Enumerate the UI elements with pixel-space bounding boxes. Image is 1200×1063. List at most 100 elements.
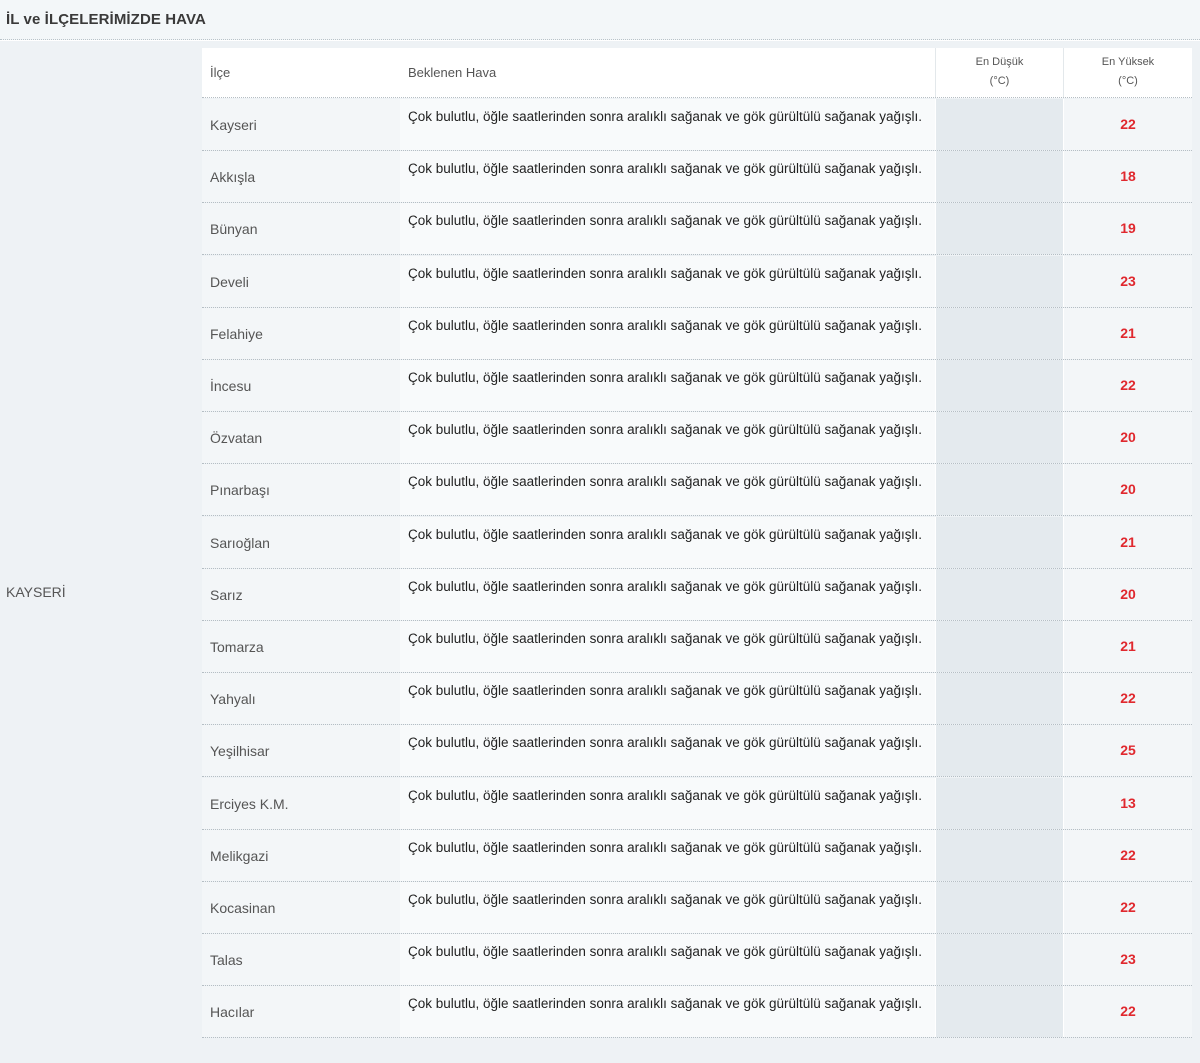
high-temp-cell: 23 [1063,934,1192,986]
table-row: Kayseri Çok bulutlu, öğle saatlerinden so… [202,99,1192,151]
low-temp-cell [935,934,1063,986]
ilce-name: Yeşilhisar [210,743,270,760]
table-row: Sarıoğlan Çok bulutlu, öğle saatlerinden … [202,516,1192,569]
high-temp-cell: 25 [1063,725,1192,777]
high-temp-value: 22 [1120,899,1136,915]
high-temp-value: 18 [1120,168,1136,185]
ilce-cell: Özvatan [202,412,400,464]
low-temp-cell [935,464,1063,516]
header-hava: Beklenen Hava [408,65,497,80]
header-hava-cell: Beklenen Hava [400,48,935,97]
forecast-cell: Çok bulutlu, öğle saatlerinden sonra ara… [400,255,935,307]
high-temp-cell: 22 [1063,829,1192,881]
forecast-cell: Çok bulutlu, öğle saatlerinden sonra ara… [400,725,935,777]
forecast-cell: Çok bulutlu, öğle saatlerinden sonra ara… [400,673,935,725]
low-temp-cell [935,621,1063,672]
high-temp-cell: 18 [1063,151,1192,203]
high-temp-cell: 21 [1063,516,1192,568]
high-temp-value: 13 [1120,794,1136,811]
low-temp-cell [935,829,1063,881]
ilce-name: Erciyes K.M. [210,795,289,812]
forecast-cell: Çok bulutlu, öğle saatlerinden sonra ara… [400,99,935,150]
ilce-cell: Talas [202,934,400,986]
ilce-name: Özvatan [210,430,263,447]
ilce-cell: Melikgazi [202,829,400,881]
low-temp-cell [935,986,1063,1038]
forecast-text: Çok bulutlu, öğle saatlerinden sonra ara… [408,683,923,699]
ilce-name: Sarıoğlan [210,534,270,551]
high-temp-value: 22 [1120,377,1136,393]
ilce-name: Pınarbaşı [210,482,270,499]
forecast-cell: Çok bulutlu, öğle saatlerinden sonra ara… [400,360,935,411]
low-temp-cell [935,568,1063,620]
forecast-text: Çok bulutlu, öğle saatlerinden sonra ara… [408,422,923,438]
ilce-cell: Yeşilhisar [202,725,400,777]
high-temp-cell: 19 [1063,203,1192,255]
forecast-cell: Çok bulutlu, öğle saatlerinden sonra ara… [400,882,935,933]
high-temp-value: 20 [1120,429,1136,446]
forecast-text: Çok bulutlu, öğle saatlerinden sonra ara… [408,996,923,1012]
low-temp-cell [935,307,1063,359]
high-temp-cell: 20 [1063,464,1192,516]
high-temp-cell: 21 [1063,621,1192,672]
header-low-cell: En Düşük (°C) [935,48,1063,97]
table-row: Erciyes K.M. Çok bulutlu, öğle saatlerind… [202,777,1192,830]
high-temp-value: 19 [1120,220,1136,237]
weather-table: İlçe Beklenen Hava En Düşük (°C) En Yüks… [195,41,1200,1063]
forecast-cell: Çok bulutlu, öğle saatlerinden sonra ara… [400,516,935,568]
table-row: Pınarbaşı Çok bulutlu, öğle saatlerinden … [202,464,1192,517]
forecast-text: Çok bulutlu, öğle saatlerinden sonra ara… [408,161,923,177]
ilce-cell: Yahyalı [202,673,400,725]
ilce-cell: Kayseri [202,99,400,150]
ilce-cell: Tomarza [202,621,400,672]
high-temp-value: 23 [1120,272,1136,289]
low-temp-cell [935,673,1063,725]
high-temp-cell: 20 [1063,412,1192,464]
table-row: Özvatan Çok bulutlu, öğle saatlerinden so… [202,412,1192,465]
forecast-cell: Çok bulutlu, öğle saatlerinden sonra ara… [400,568,935,620]
header-low-label: En Düşük [975,56,1024,68]
table-row: Talas Çok bulutlu, öğle saatlerinden sonr… [202,934,1192,987]
ilce-cell: Sarıoğlan [202,516,400,568]
high-temp-value: 22 [1120,1003,1136,1020]
header-low-unit: (°C) [989,75,1010,87]
forecast-cell: Çok bulutlu, öğle saatlerinden sonra ara… [400,307,935,359]
forecast-text: Çok bulutlu, öğle saatlerinden sonra ara… [408,370,923,385]
high-temp-cell: 22 [1063,99,1192,150]
forecast-text: Çok bulutlu, öğle saatlerinden sonra ara… [408,265,923,281]
table-header: İlçe Beklenen Hava En Düşük (°C) En Yüks… [202,48,1192,98]
forecast-text: Çok bulutlu, öğle saatlerinden sonra ara… [408,578,923,594]
high-temp-cell: 22 [1063,360,1192,411]
forecast-cell: Çok bulutlu, öğle saatlerinden sonra ara… [400,986,935,1038]
ilce-cell: Akkışla [202,151,400,203]
low-temp-cell [935,516,1063,568]
header-high-unit: (°C) [1118,75,1138,87]
table-row: İncesu Çok bulutlu, öğle saatlerinden son… [202,360,1192,412]
low-temp-cell [935,360,1063,411]
ilce-cell: Develi [202,255,400,307]
ilce-cell: Sarız [202,568,400,620]
header-ilce: İlçe [210,65,231,80]
ilce-name: Talas [210,952,243,969]
ilce-name: Kocasinan [210,900,276,916]
forecast-text: Çok bulutlu, öğle saatlerinden sonra ara… [408,526,923,542]
ilce-cell: Bünyan [202,203,400,255]
forecast-text: Çok bulutlu, öğle saatlerinden sonra ara… [408,944,923,960]
ilce-name: Akkışla [210,169,256,186]
high-temp-value: 25 [1120,742,1136,759]
table-row: Tomarza Çok bulutlu, öğle saatlerinden so… [202,621,1192,673]
high-temp-value: 22 [1120,690,1136,707]
forecast-cell: Çok bulutlu, öğle saatlerinden sonra ara… [400,621,935,672]
ilce-cell: Pınarbaşı [202,464,400,516]
forecast-text: Çok bulutlu, öğle saatlerinden sonra ara… [408,735,923,751]
high-temp-value: 20 [1120,585,1136,602]
forecast-text: Çok bulutlu, öğle saatlerinden sonra ara… [408,213,923,229]
forecast-cell: Çok bulutlu, öğle saatlerinden sonra ara… [400,829,935,881]
header-high-label: En Yüksek [1101,56,1155,68]
forecast-text: Çok bulutlu, öğle saatlerinden sonra ara… [408,631,923,646]
low-temp-cell [935,412,1063,464]
ilce-name: Sarız [210,586,243,603]
forecast-cell: Çok bulutlu, öğle saatlerinden sonra ara… [400,777,935,829]
table-row: Melikgazi Çok bulutlu, öğle saatlerinden … [202,829,1192,882]
forecast-cell: Çok bulutlu, öğle saatlerinden sonra ara… [400,464,935,516]
